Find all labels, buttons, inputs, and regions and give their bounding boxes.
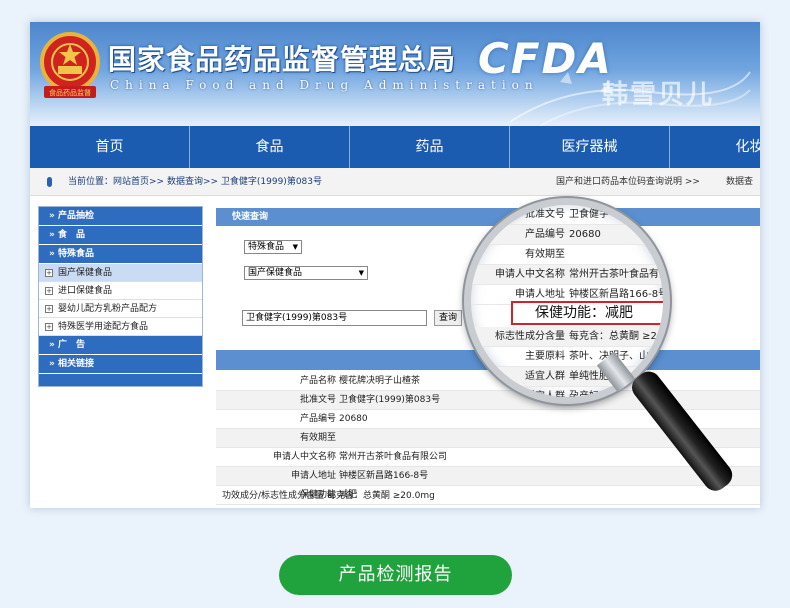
result-value: 钟楼区新昌路166-8号	[339, 471, 429, 481]
magnified-value: 20680	[569, 229, 601, 240]
result-label: 批准文号	[299, 395, 336, 405]
result-value: 樱花牌决明子山楂茶	[339, 376, 421, 386]
sidebar-subitem-medical-food[interactable]: + 特殊医学用途配方食品	[39, 318, 202, 336]
sidebar-subitem-label: 进口保健食品	[58, 285, 113, 296]
dropdown-arrow-icon: ▼	[292, 243, 298, 251]
breadcrumb: 当前位置：网站首页>> 数据查询>> 卫食健字(1999)第083号 国产和进口…	[30, 168, 760, 196]
magnified-label: 主要原料	[525, 351, 565, 362]
location-pin-icon	[47, 177, 52, 187]
magnified-row: 标志性成分含量 每克含：总黄酮 ≥20.0mg	[471, 327, 667, 347]
expand-icon: +	[45, 322, 53, 331]
health-function-highlight: 保健功能：减肥	[511, 301, 663, 325]
magnified-row: 产品编号 20680	[471, 225, 663, 245]
magnified-label: 产品编号	[525, 229, 565, 240]
magnified-value: 卫食健字	[569, 209, 609, 220]
subcategory-select-value: 国产保健食品	[248, 268, 303, 278]
result-value: 常州开古茶叶食品有限公司	[339, 452, 448, 462]
magnified-label: 批准文号	[525, 209, 565, 220]
approval-number-input[interactable]: 卫食健字(1999)第083号	[242, 310, 427, 326]
screenshot-frame: 食品药品监督 国家食品药品监督管理总局 China Food and Drug …	[30, 22, 760, 508]
main-nav: 首页 食品 药品 医疗器械 化妆	[30, 126, 760, 168]
sidebar-item-ads[interactable]: » 广 告	[39, 336, 202, 355]
magnified-row: 有效期至	[471, 245, 663, 265]
sidebar-footer	[39, 374, 202, 386]
result-label: 产品编号	[299, 414, 336, 424]
cfda-logo: CFDA	[478, 34, 613, 83]
nav-home[interactable]: 首页	[30, 126, 190, 168]
sidebar-subitem-label: 特殊医学用途配方食品	[58, 321, 149, 332]
emblem-ribbon-text: 食品药品监督	[49, 88, 91, 97]
magnified-row: 批准文号 卫食健字	[471, 205, 663, 225]
result-label: 有效期至	[299, 433, 336, 443]
site-title-cn: 国家食品药品监督管理总局	[108, 43, 457, 76]
magnified-row: 主要原料 茶叶、决明子、山楂、茯苓	[471, 347, 663, 367]
subcategory-select[interactable]: 国产保健食品 ▼	[244, 266, 368, 280]
ingredient-content-line: 功效成分/标志性成分含量 每克含：总黄酮 ≥20.0mg	[222, 491, 435, 501]
result-value: 卫食健字(1999)第083号	[339, 395, 441, 405]
nav-medical-devices[interactable]: 医疗器械	[510, 126, 670, 168]
nav-drugs[interactable]: 药品	[350, 126, 510, 168]
magnified-label: 申请人中文名称	[495, 269, 565, 280]
result-label: 产品名称	[299, 376, 336, 386]
dropdown-arrow-icon: ▼	[358, 269, 364, 277]
sidebar-subitem-label: 婴幼儿配方乳粉产品配方	[58, 303, 158, 314]
sidebar-subitem-domestic-health-food[interactable]: + 国产保健食品	[39, 264, 202, 282]
site-banner: 食品药品监督 国家食品药品监督管理总局 China Food and Drug …	[30, 22, 760, 126]
data-query-link[interactable]: 数据查	[726, 168, 753, 196]
drug-code-guide-link[interactable]: 国产和进口药品本位码查询说明 >>	[556, 168, 700, 196]
magnified-label: 标志性成分含量	[495, 331, 565, 342]
magnified-value: 每克含：总黄酮 ≥20.0mg	[569, 331, 667, 342]
category-select[interactable]: 特殊食品 ▼	[244, 240, 302, 254]
magnified-label: 有效期至	[525, 249, 565, 260]
sidebar-subitem-label: 国产保健食品	[58, 267, 113, 278]
result-row: 申请人地址 钟楼区新昌路166-8号	[216, 467, 760, 486]
sidebar-item-product-sampling[interactable]: » 产品抽检	[39, 207, 202, 226]
sidebar-subitem-imported-health-food[interactable]: + 进口保健食品	[39, 282, 202, 300]
sidebar-subitem-infant-formula[interactable]: + 婴幼儿配方乳粉产品配方	[39, 300, 202, 318]
magnified-label: 适宜人群	[525, 371, 565, 382]
sidebar: » 产品抽检 » 食 品 » 特殊食品 + 国产保健食品 + 进口保健食品 + …	[38, 206, 203, 387]
result-label: 申请人地址	[290, 471, 336, 481]
breadcrumb-text[interactable]: 当前位置：网站首页>> 数据查询>> 卫食健字(1999)第083号	[68, 168, 322, 196]
expand-icon: +	[45, 304, 53, 313]
nav-cosmetics[interactable]: 化妆	[670, 126, 761, 168]
expand-icon: +	[45, 268, 53, 277]
product-test-report-button[interactable]: 产品检测报告	[279, 555, 512, 595]
category-select-value: 特殊食品	[248, 242, 285, 252]
magnifier-lens: 批准文号 卫食健字 产品编号 20680 有效期至 申请人中文名称 常州开古茶叶…	[464, 198, 670, 404]
site-title-en: China Food and Drug Administration	[110, 78, 539, 92]
brand-watermark: 韩雪贝儿	[602, 80, 715, 110]
result-label: 申请人中文名称	[272, 452, 336, 462]
magnified-value: 常州开古茶叶食品有限公	[569, 269, 670, 280]
sidebar-item-food[interactable]: » 食 品	[39, 226, 202, 245]
nav-food[interactable]: 食品	[190, 126, 350, 168]
magnified-row: 申请人中文名称 常州开古茶叶食品有限公	[471, 265, 670, 285]
expand-icon: +	[45, 286, 53, 295]
query-button[interactable]: 查询	[434, 310, 462, 326]
result-value: 20680	[339, 414, 368, 424]
national-emblem-icon: 食品药品监督	[40, 32, 100, 98]
sidebar-item-special-food[interactable]: » 特殊食品	[39, 245, 202, 264]
sidebar-item-links[interactable]: » 相关链接	[39, 355, 202, 374]
